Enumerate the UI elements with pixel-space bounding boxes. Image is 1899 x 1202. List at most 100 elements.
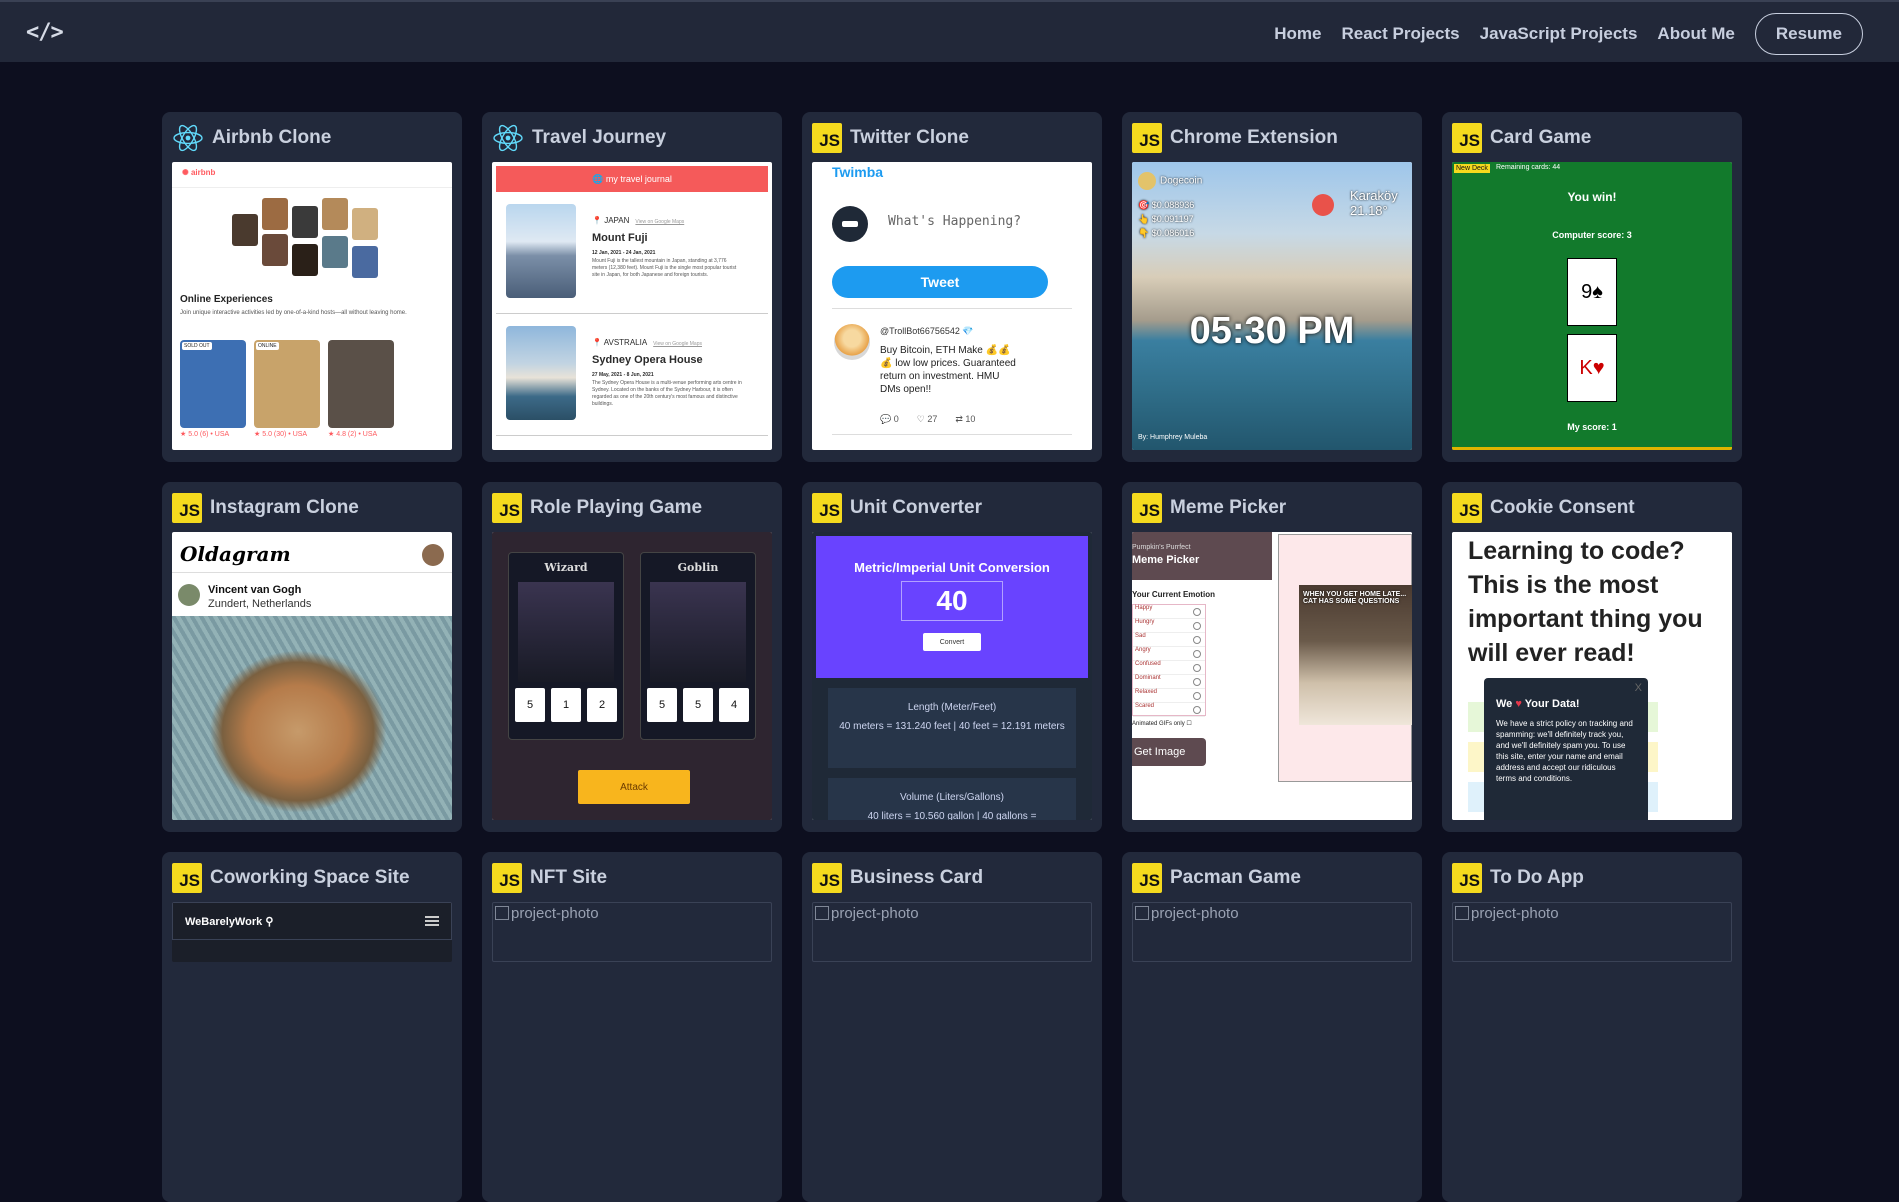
project-card-twitter-clone[interactable]: JS Twitter Clone Twimba What's Happening… [802,112,1102,462]
monster-name: Goblin [677,561,719,574]
javascript-icon: JS [1452,123,1482,153]
die: 5 [683,688,713,722]
entry-title: Sydney Opera House [592,354,703,366]
dice-row: 5 1 2 [509,688,623,722]
card-title: Role Playing Game [530,497,703,518]
tweet-button: Tweet [832,266,1048,298]
experience-cards: SOLD OUT ONLINE [180,340,394,428]
project-preview[interactable]: WeBarelyWork ⚲ [172,902,452,962]
project-preview[interactable]: project-photo [812,902,1092,962]
entry-location: 📍 JAPAN View on Google Maps [592,216,685,225]
project-card-coworking-space-site[interactable]: JS Coworking Space Site WeBarelyWork ⚲ [162,852,462,1202]
user-avatar [832,206,868,242]
react-icon [173,124,203,152]
project-card-nft-site[interactable]: JS NFT Site project-photo [482,852,782,1202]
nav-javascript-projects-link[interactable]: JavaScript Projects [1480,24,1638,44]
hamburger-menu-icon [425,916,439,926]
project-preview[interactable]: Twimba What's Happening? Tweet @TrollBot… [812,162,1092,450]
javascript-icon: JS [1452,493,1482,523]
star-rating: ★ 4.8 (2) • USA [328,431,378,438]
location-pin-icon: ⚲ [265,915,274,928]
resume-button[interactable]: Resume [1754,13,1863,55]
project-card-airbnb[interactable]: Airbnb Clone ✺ airbnb Online Experiences… [162,112,462,462]
poster-avatar [178,584,200,606]
card-title: Coworking Space Site [210,867,410,888]
project-preview[interactable]: Learning to code? This is the most impor… [1452,532,1732,820]
entry-location: 📍 AVSTRALIA View on Google Maps [592,338,702,347]
project-card-business-card[interactable]: JS Business Card project-photo [802,852,1102,1202]
gif-checkbox-label: Animated GIFs only ☐ [1132,721,1192,727]
post-image [172,616,452,820]
entry-dates: 12 Jan, 2021 - 24 Jan, 2021 [592,250,656,256]
reply-icon: 💬 0 [880,414,899,424]
wizard-image [518,582,614,682]
project-preview[interactable]: New Deck Remaining cards: 44 You win! Co… [1452,162,1732,450]
javascript-icon: JS [812,863,842,893]
javascript-icon: JS [172,493,202,523]
project-card-role-playing-game[interactable]: JS Role Playing Game Wizard 5 1 2 Goblin… [482,482,782,832]
nav-react-projects-link[interactable]: React Projects [1341,24,1459,44]
project-preview[interactable]: project-photo [1452,902,1732,962]
javascript-icon: JS [1132,493,1162,523]
project-preview[interactable]: 🌐 my travel journal 📍 JAPAN View on Googl… [492,162,772,450]
project-card-cookie-consent[interactable]: JS Cookie Consent Learning to code? This… [1442,482,1742,832]
cookie-modal: X We ♥ Your Data! We have a strict polic… [1484,678,1648,820]
entry-text: Mount Fuji is the tallest mountain in Ja… [592,258,737,278]
nav-about-me-link[interactable]: About Me [1657,24,1734,44]
project-preview[interactable]: Oldagram Vincent van Gogh Zundert, Nethe… [172,532,452,820]
project-card-to-do-app[interactable]: JS To Do App project-photo [1442,852,1742,1202]
project-preview[interactable]: Wizard 5 1 2 Goblin 5 5 4 Attack [492,532,772,820]
die: 1 [551,688,581,722]
price-low: 👇 $0.086016 [1138,228,1195,238]
javascript-icon: JS [492,493,522,523]
converter-panel: Metric/Imperial Unit Conversion 40 Conve… [816,536,1088,678]
card-header: JS Chrome Extension [1132,120,1412,156]
project-card-chrome-extension[interactable]: JS Chrome Extension Dogecoin 🎯 $0.088936… [1122,112,1422,462]
die: 4 [719,688,749,722]
project-card-unit-converter[interactable]: JS Unit Converter Metric/Imperial Unit C… [802,482,1102,832]
broken-image-icon [1135,906,1149,920]
goblin-image [650,582,746,682]
project-preview[interactable]: Metric/Imperial Unit Conversion 40 Conve… [812,532,1092,820]
card-title: To Do App [1490,867,1584,888]
project-preview[interactable]: Pumpkin's Purrfect Meme Picker Your Curr… [1132,532,1412,820]
entry-title: Mount Fuji [592,232,648,244]
card-header: JS Instagram Clone [172,490,452,526]
project-card-instagram-clone[interactable]: JS Instagram Clone Oldagram Vincent van … [162,482,462,832]
project-preview[interactable]: ✺ airbnb Online Experiences Join unique … [172,162,452,450]
project-preview[interactable]: project-photo [1132,902,1412,962]
dogecoin-icon [1138,172,1156,190]
project-card-pacman-game[interactable]: JS Pacman Game project-photo [1122,852,1422,1202]
javascript-icon: JS [812,493,842,523]
computer-card: 9♠ [1567,258,1617,326]
project-preview[interactable]: Dogecoin 🎯 $0.088936 👆 $0.091197 👇 $0.08… [1132,162,1412,450]
attack-button: Attack [578,770,690,804]
javascript-icon: JS [492,863,522,893]
card-header: JS Twitter Clone [812,120,1092,156]
airbnb-brand: ✺ airbnb [172,162,452,188]
tweet-actions: 💬 0 ♡ 27 ⇄ 10 [880,414,975,425]
broken-image-icon [1455,906,1469,920]
avatar [422,544,444,566]
twimba-logo: Twimba [832,164,884,180]
project-card-travel-journey[interactable]: Travel Journey 🌐 my travel journal 📍 JAP… [482,112,782,462]
card-title: Instagram Clone [210,497,359,518]
remaining-cards: Remaining cards: 44 [1496,164,1561,171]
tweet-text: Buy Bitcoin, ETH Make 💰💰💰 low low prices… [880,345,1016,395]
volume-result: Volume (Liters/Gallons) 40 liters = 10.5… [828,778,1076,820]
project-preview[interactable]: project-photo [492,902,772,962]
travel-entry: 📍 JAPAN View on Google Maps Mount Fuji 12… [496,192,768,314]
die: 5 [515,688,545,722]
card-title: NFT Site [530,867,608,888]
project-card-meme-picker[interactable]: JS Meme Picker Pumpkin's Purrfect Meme P… [1122,482,1422,832]
card-header: JS Meme Picker [1132,490,1412,526]
card-header: JS NFT Site [492,860,772,896]
airbnb-description: Join unique interactive activities led b… [180,310,407,316]
clock-time: 05:30 PM [1189,310,1355,352]
project-card-card-game[interactable]: JS Card Game New Deck Remaining cards: 4… [1442,112,1742,462]
coworking-brand: WeBarelyWork ⚲ [185,915,274,928]
logo-code-icon[interactable]: </> [26,20,64,45]
nav-home-link[interactable]: Home [1274,24,1321,44]
emotion-label: Your Current Emotion [1132,590,1215,599]
travel-header: 🌐 my travel journal [496,166,768,192]
